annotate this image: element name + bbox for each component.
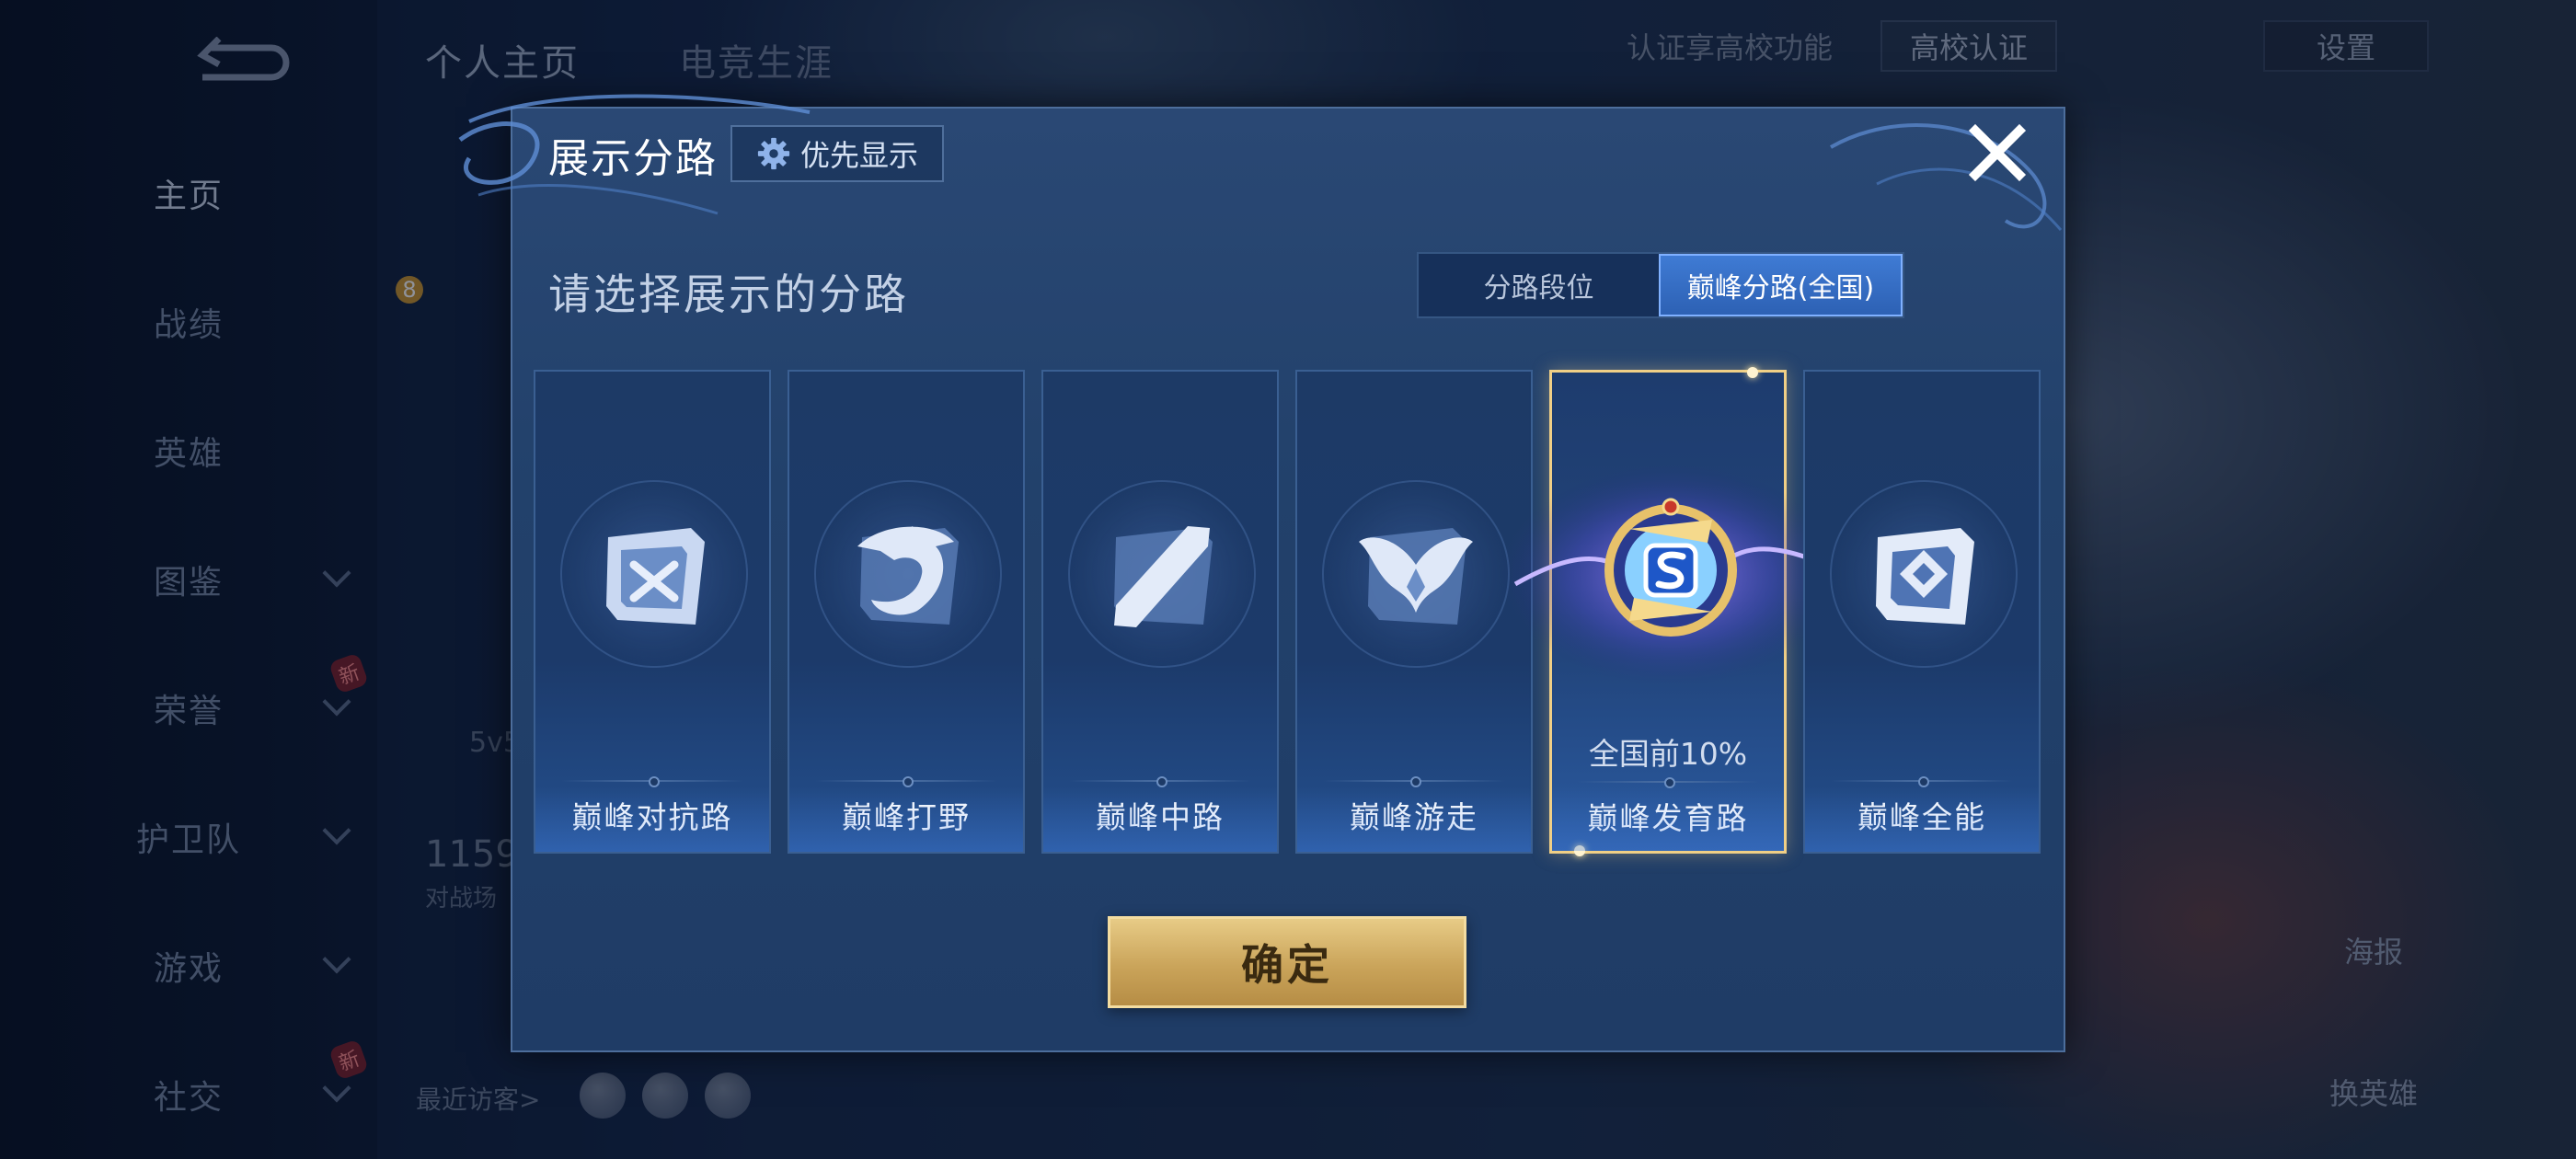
card-divider	[1069, 776, 1251, 787]
lane-card-label: 巅峰打野	[842, 799, 971, 835]
lane-card-label: 巅峰发育路	[1587, 800, 1749, 836]
lane-card-label: 巅峰对抗路	[571, 799, 733, 835]
tab-lane-rank-label: 分路段位	[1483, 272, 1594, 304]
select-lane-prompt: 请选择展示的分路	[548, 270, 909, 319]
lane-card-all-round[interactable]: 巅峰全能	[1803, 370, 2041, 854]
lane-card-clash[interactable]: 巅峰对抗路	[534, 370, 771, 854]
gold-medal-icon	[1604, 498, 1737, 637]
dragon-icon	[857, 526, 959, 625]
priority-display-label: 优先显示	[799, 138, 918, 173]
selection-corner-dot	[1747, 367, 1758, 378]
lane-card-label: 巅峰中路	[1096, 799, 1225, 835]
wings-icon	[1359, 528, 1473, 625]
confirm-button-label: 确定	[1241, 940, 1333, 990]
dialog-title: 展示分路	[548, 135, 718, 182]
lane-card-jungle[interactable]: 巅峰打野	[788, 370, 1025, 854]
close-icon[interactable]	[1964, 120, 2030, 186]
card-divider	[815, 776, 997, 787]
confirm-button[interactable]: 确定	[1108, 916, 1466, 1008]
card-divider	[1323, 776, 1505, 787]
screen: 主页 战绩 英雄 图鉴 荣誉 新 护卫队 游戏 社交 新 个人主页 电竞生涯 认…	[0, 0, 2576, 1159]
crossed-swords-icon	[606, 528, 705, 625]
card-divider	[1831, 776, 2013, 787]
lane-card-label: 巅峰全能	[1857, 799, 1986, 835]
card-divider	[1578, 777, 1758, 788]
tab-peak-lane-national[interactable]: 巅峰分路(全国)	[1659, 254, 1903, 316]
priority-display-button[interactable]: 优先显示	[730, 125, 944, 182]
tab-peak-lane-national-label: 巅峰分路(全国)	[1686, 272, 1875, 304]
staff-icon	[1114, 526, 1213, 627]
card-divider	[561, 776, 743, 787]
gear-icon	[757, 137, 790, 170]
lane-card-label: 巅峰游走	[1350, 799, 1478, 835]
tab-lane-rank[interactable]: 分路段位	[1419, 254, 1659, 316]
lane-card-farm[interactable]: 全国前10% 巅峰发育路	[1501, 367, 1842, 856]
lane-mode-toggle: 分路段位 巅峰分路(全国)	[1417, 252, 1904, 318]
all-round-icon	[1876, 528, 1974, 625]
lane-rank-text: 全国前10%	[1588, 736, 1748, 772]
lane-card-mid[interactable]: 巅峰中路	[1041, 370, 1279, 854]
selection-corner-dot	[1574, 845, 1585, 856]
